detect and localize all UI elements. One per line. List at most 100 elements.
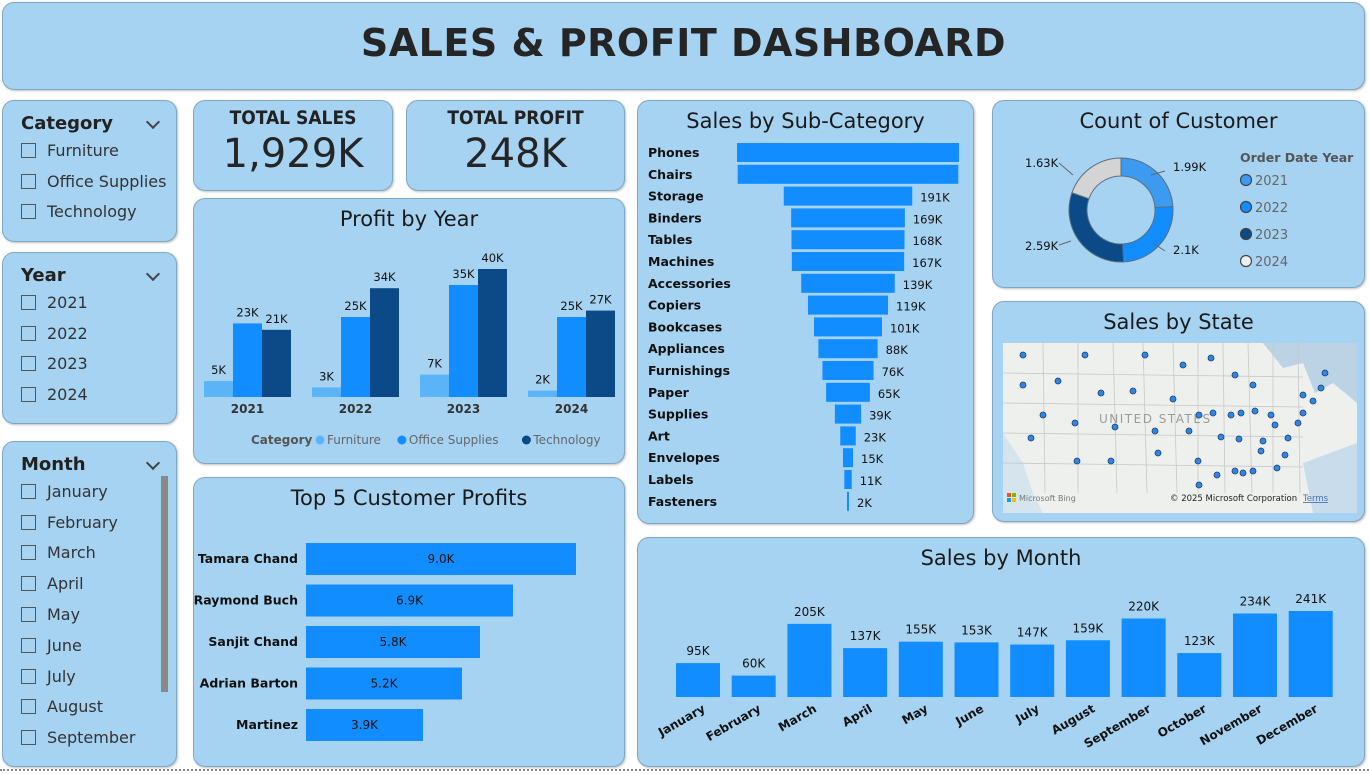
subcategory-bar [807,295,889,315]
sales-by-month-panel: Sales by Month 95K January 60K February 205K… [637,537,1365,767]
data-label: 137K [850,629,882,643]
checkbox[interactable] [21,607,36,623]
slicer-option-label: 2024 [47,385,88,405]
chevron-down-icon[interactable] [146,117,158,129]
slicer-option-may[interactable]: May [21,599,176,630]
slicer-option-april[interactable]: April [21,568,176,599]
checkbox[interactable] [21,483,36,499]
subcategory-bar [840,426,856,446]
data-label: 169K [913,212,943,226]
slicer-option-january[interactable]: January [21,476,176,507]
total-sales-card: TOTAL SALES 1,929K [193,100,393,191]
state-marker [1209,409,1217,417]
legend-marker [397,435,407,445]
donut-slice-2023 [1068,192,1125,263]
data-label: 21K [265,312,288,326]
checkbox[interactable] [21,173,36,189]
checkbox[interactable] [21,325,36,341]
month-bar [954,642,999,697]
data-label: 119K [896,300,926,314]
data-label: 7K [427,357,442,371]
dashboard-header: SALES & PROFIT DASHBOARD [2,2,1365,90]
subcategory-label: Copiers [648,298,701,313]
slicer-option-label: January [47,481,108,501]
data-label: 39K [869,409,892,423]
legend-label: Furniture [327,433,381,447]
page-title: SALES & PROFIT DASHBOARD [360,21,1007,65]
checkbox[interactable] [21,204,36,220]
checkbox[interactable] [21,576,36,592]
checkbox[interactable] [21,730,36,746]
sales-by-month-chart: 95K January 60K February 205K March 137K April 1… [655,592,1333,751]
customer-label: Tamara Chand [198,551,298,566]
year-slicer[interactable]: Year 2021 2022 2023 2024 [2,252,177,424]
slicer-option-technology[interactable]: Technology [21,197,176,228]
checkbox[interactable] [21,545,36,561]
bing-logo-icon-3 [1007,498,1011,502]
checkbox[interactable] [21,142,36,158]
bing-logo-icon-4 [1012,498,1016,502]
x-tick-label: December [1254,701,1320,747]
bing-logo-icon [1007,493,1011,497]
state-marker [1299,391,1307,399]
donut-slice-2024 [1071,157,1122,200]
map-terms-link[interactable]: Terms [1302,494,1329,504]
slicer-option-august[interactable]: August [21,692,176,723]
month-bar [731,675,776,697]
data-label: 5.8K [380,635,408,649]
slicer-option-2024[interactable]: 2024 [21,379,176,410]
total-profit-label: TOTAL PROFIT [447,107,584,129]
month-bar [1177,653,1222,697]
checkbox[interactable] [21,514,36,530]
month-bar [898,641,943,697]
data-label: 5.2K [371,677,399,691]
month-bar [1233,613,1277,697]
checkbox[interactable] [21,294,36,310]
slicer-option-2022[interactable]: 2022 [21,318,176,349]
us-map[interactable]: UNITED STATES Microsoft Bing © 2025 Micr… [1003,343,1357,513]
slicer-option-september[interactable]: September [21,722,176,753]
sales-by-month-title: Sales by Month [920,546,1082,570]
slicer-option-2021[interactable]: 2021 [21,287,176,318]
slicer-option-label: September [47,728,136,748]
slicer-option-february[interactable]: February [21,507,176,538]
slicer-option-furniture[interactable]: Furniture [21,135,176,166]
subcategory-bar [842,448,854,468]
chevron-down-icon[interactable] [146,269,158,281]
slicer-option-march[interactable]: March [21,538,176,569]
month-slicer-scrollbar[interactable] [161,476,168,692]
checkbox[interactable] [21,637,36,653]
month-bar [1288,611,1333,697]
slicer-option-june[interactable]: June [21,630,176,661]
checkbox[interactable] [21,356,36,372]
total-sales-value: 1,929K [222,131,364,177]
chevron-down-icon[interactable] [146,458,158,470]
slicer-option-office-supplies[interactable]: Office Supplies [21,166,176,197]
sales-by-subcategory-chart: Phones Chairs Storage 191K Binders 169K Tables… [648,143,959,511]
state-marker [1129,387,1137,395]
state-marker [1154,449,1162,457]
checkbox[interactable] [21,387,36,403]
state-marker [1213,471,1221,479]
data-label: 25K [344,299,367,313]
customer-label: Martinez [236,717,298,732]
customer-label: Raymond Buch [194,593,298,608]
month-slicer[interactable]: Month January February March April May June Ju… [2,441,177,767]
legend-label: 2024 [1255,255,1288,270]
slicer-option-2023[interactable]: 2023 [21,349,176,380]
data-label: 76K [882,365,905,379]
data-label: 35K [452,267,475,281]
data-label: 153K [961,623,993,637]
top5-customer-panel: Top 5 Customer Profits Tamara Chand 9.0K R… [193,477,625,767]
data-label: 241K [1295,592,1327,606]
profit-by-year-panel: Profit by Year 5K 23K 21K 2021 3K 25K 34K 2022 7… [193,198,625,464]
slicer-option-july[interactable]: July [21,661,176,692]
checkbox[interactable] [21,699,36,715]
bar-furniture-2022 [312,387,341,397]
checkbox[interactable] [21,668,36,684]
leader-line [1058,162,1074,176]
data-label: 123K [1184,634,1216,648]
subcategory-label: Appliances [648,341,725,356]
category-slicer[interactable]: Category Furniture Office Supplies Technol… [2,100,177,242]
data-label: 11K [860,474,883,488]
